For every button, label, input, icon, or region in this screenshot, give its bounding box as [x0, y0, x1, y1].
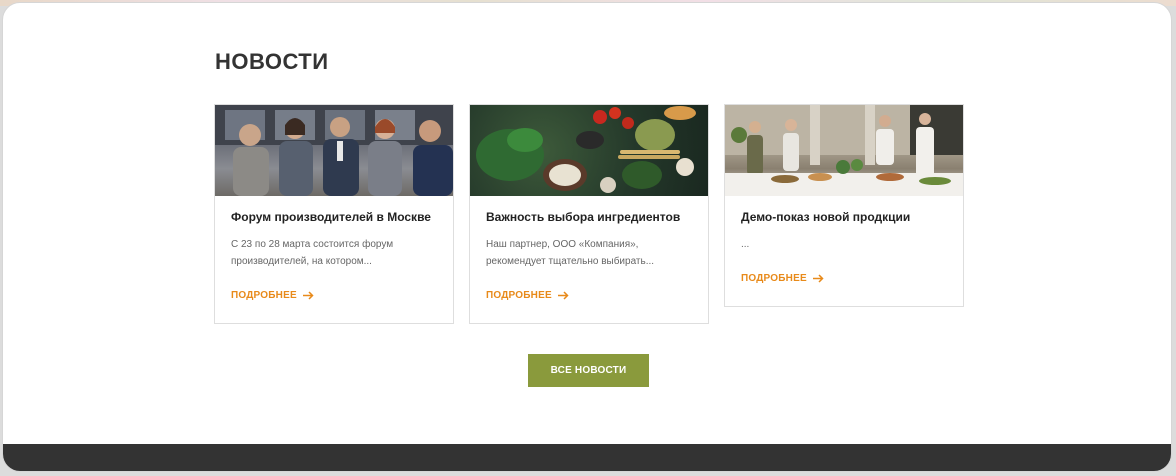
news-card[interactable]: Демо-показ новой продкции ... ПОДРОБНЕЕ [724, 104, 964, 307]
news-title[interactable]: Демо-показ новой продкции [741, 210, 947, 224]
news-title[interactable]: Важность выбора ингредиентов [486, 210, 692, 224]
excerpt-line: С 23 по 28 марта состоится форум [231, 239, 394, 250]
arrow-right-icon [812, 274, 824, 283]
news-excerpt: ... [741, 239, 750, 250]
read-more-label: ПОДРОБНЕЕ [741, 273, 807, 284]
read-more-link[interactable]: ПОДРОБНЕЕ [486, 290, 569, 301]
catering-demo-photo[interactable] [725, 105, 963, 196]
read-more-label: ПОДРОБНЕЕ [486, 290, 552, 301]
card-body: Демо-показ новой продкции ... ПОДРОБНЕЕ [725, 196, 963, 286]
card-body: Форум производителей в Москве С 23 по 28… [215, 196, 453, 303]
footer-bar [3, 444, 1171, 471]
ingredients-illustration [476, 106, 696, 193]
ingredients-photo[interactable] [470, 105, 708, 196]
news-card[interactable]: Форум производителей в Москве С 23 по 28… [214, 104, 454, 324]
news-excerpt: С 23 по 28 марта состоится форум произво… [231, 236, 437, 270]
all-news-button[interactable]: ВСЕ НОВОСТИ [528, 354, 649, 387]
catering-demo-illustration [725, 105, 963, 196]
excerpt-line: производителей, на котором... [231, 256, 372, 267]
card-body: Важность выбора ингредиентов Наш партнер… [470, 196, 708, 303]
news-card[interactable]: Важность выбора ингредиентов Наш партнер… [469, 104, 709, 324]
read-more-link[interactable]: ПОДРОБНЕЕ [741, 273, 824, 284]
read-more-label: ПОДРОБНЕЕ [231, 290, 297, 301]
business-meeting-illustration [215, 105, 453, 196]
arrow-right-icon [302, 291, 314, 300]
news-title[interactable]: Форум производителей в Москве [231, 210, 437, 224]
news-excerpt: Наш партнер, ООО «Компания», рекомендует… [486, 236, 692, 270]
excerpt-line: рекомендует тщательно выбирать... [486, 256, 655, 267]
read-more-link[interactable]: ПОДРОБНЕЕ [231, 290, 314, 301]
excerpt-line: Наш партнер, ООО «Компания», [486, 239, 639, 250]
business-meeting-photo[interactable] [215, 105, 453, 196]
section-title: НОВОСТИ [215, 49, 329, 74]
arrow-right-icon [557, 291, 569, 300]
news-section: НОВОСТИ Форум производителей в Москве С … [2, 2, 1172, 472]
